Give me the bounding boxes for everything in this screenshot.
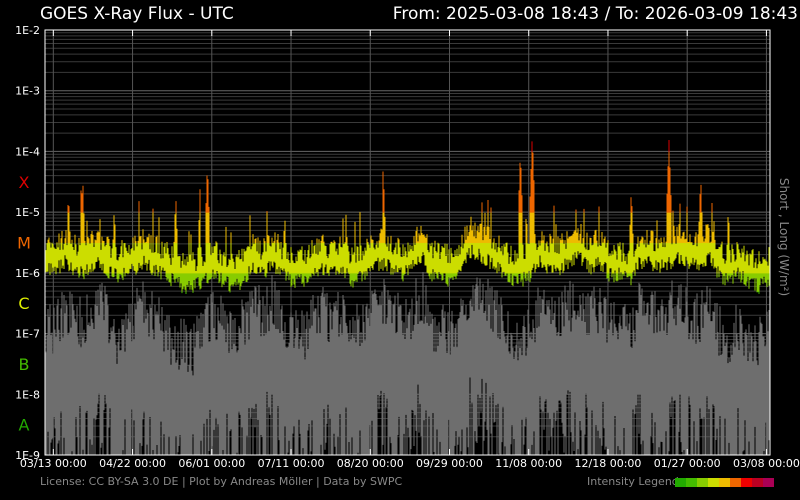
flare-class-label: C — [18, 294, 29, 313]
x-tick-label: 07/11 00:00 — [258, 457, 325, 470]
legend-swatch — [686, 478, 697, 487]
x-tick-label: 08/20 00:00 — [337, 457, 404, 470]
xray-flux-chart: 1E-21E-31E-41E-51E-61E-71E-81E-9XMCBA03/… — [15, 24, 800, 470]
legend-swatch — [675, 478, 686, 487]
y-tick-label: 1E-2 — [15, 24, 40, 37]
x-tick-label: 04/22 00:00 — [99, 457, 166, 470]
flare-class-label: M — [17, 234, 31, 253]
legend-swatch — [719, 478, 730, 487]
y-tick-label: 1E-3 — [15, 85, 40, 98]
legend-swatch — [697, 478, 708, 487]
legend-swatch — [752, 478, 763, 487]
x-tick-label: 12/18 00:00 — [575, 457, 642, 470]
legend-swatch — [763, 478, 774, 487]
y-tick-label: 1E-7 — [15, 328, 40, 341]
legend-swatch — [741, 478, 752, 487]
flare-class-label: X — [19, 173, 30, 192]
legend-swatch — [730, 478, 741, 487]
y-tick-label: 1E-5 — [15, 206, 40, 219]
legend-swatch — [708, 478, 719, 487]
y-tick-label: 1E-6 — [15, 267, 40, 280]
flare-class-label: B — [19, 355, 30, 374]
x-tick-label: 01/27 00:00 — [654, 457, 721, 470]
y-tick-label: 1E-8 — [15, 388, 40, 401]
x-tick-label: 11/08 00:00 — [495, 457, 562, 470]
x-tick-label: 06/01 00:00 — [178, 457, 245, 470]
flare-class-label: A — [19, 416, 30, 435]
y-tick-label: 1E-4 — [15, 145, 40, 158]
x-tick-label: 09/29 00:00 — [416, 457, 483, 470]
license-text: License: CC BY-SA 3.0 DE | Plot by Andre… — [40, 475, 403, 488]
intensity-legend-label: Intensity Legend — [587, 475, 679, 488]
x-tick-label: 03/08 00:00 — [733, 457, 800, 470]
x-tick-label: 03/13 00:00 — [20, 457, 87, 470]
y-axis-label: Short , Long (W/m²) — [777, 177, 791, 297]
